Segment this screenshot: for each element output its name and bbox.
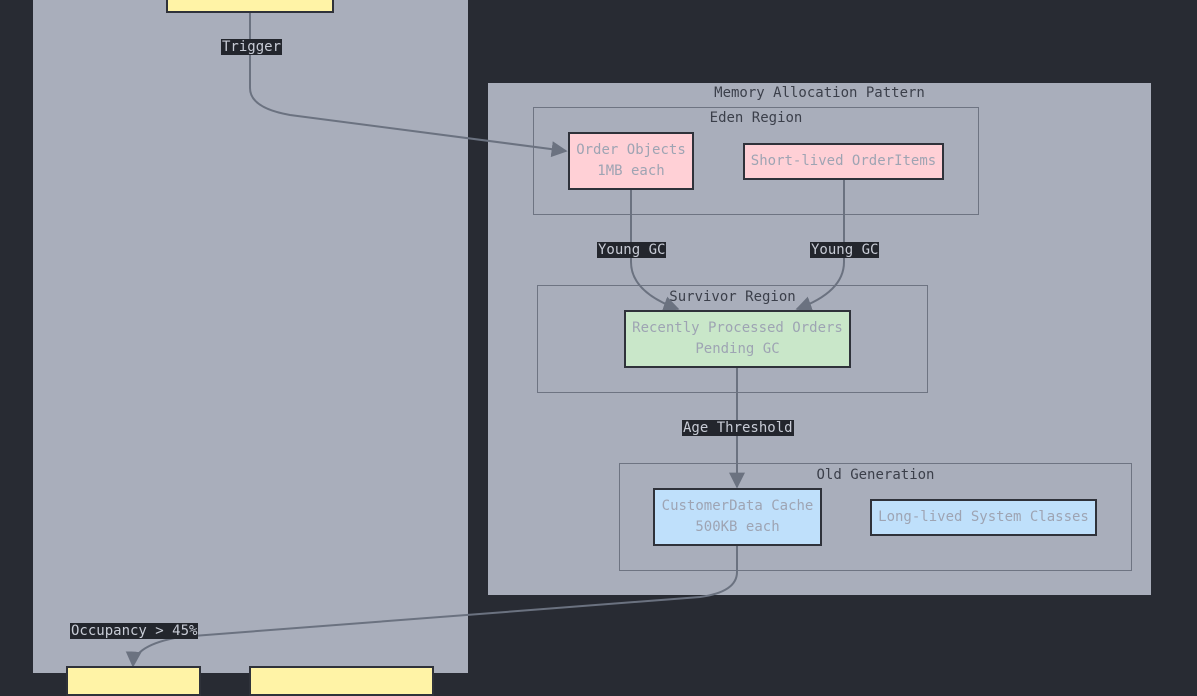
- edge-label-young-gc-2: Young GC: [810, 242, 880, 258]
- edge-label-trigger: Trigger: [221, 39, 283, 55]
- short-lived-orderitems-node: Short-lived OrderItems: [743, 143, 944, 180]
- edges-layer: [125, 12, 845, 668]
- bottom-right-node: [249, 666, 434, 696]
- customerdata-cache-node: CustomerData Cache 500KB each: [653, 488, 822, 546]
- order-objects-node: Order Objects 1MB each: [568, 132, 694, 190]
- bottom-left-node: [66, 666, 201, 696]
- recently-processed-orders-node: Recently Processed Orders Pending GC: [624, 310, 851, 368]
- edge-trigger: [249, 12, 568, 158]
- trigger-source-node: [166, 0, 334, 13]
- edge-label-young-gc-1: Young GC: [597, 242, 667, 258]
- long-lived-system-classes-node: Long-lived System Classes: [870, 499, 1097, 536]
- edge-label-occupancy: Occupancy > 45%: [70, 623, 199, 639]
- edge-occupancy: [125, 546, 738, 668]
- edge-label-age-threshold: Age Threshold: [682, 420, 794, 436]
